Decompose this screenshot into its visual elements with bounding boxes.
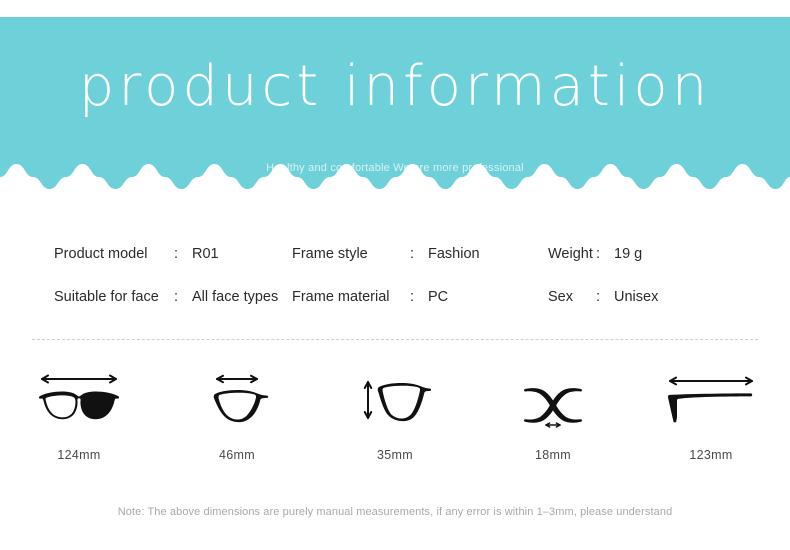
dimension-figure [359, 368, 431, 434]
spec-product-model: Product model : R01 [0, 246, 292, 262]
dimension-figure [36, 368, 122, 434]
spec-value: All face types [192, 288, 279, 305]
lens-width-icon [213, 374, 269, 423]
dimension-label: 123mm [689, 448, 733, 462]
spec-label: Product model [54, 245, 148, 262]
dimension-item-temple-length: 123mm [632, 368, 790, 462]
bridge-width-icon [524, 388, 582, 428]
spec-weight: Weight : 19 g [548, 246, 790, 262]
dimension-item-lens-width: 46mm [158, 368, 316, 462]
wave-divider-decoration [0, 164, 790, 190]
dimension-item-frame-width: 124mm [0, 368, 158, 462]
spec-row: Suitable for face : All face types Frame… [0, 275, 790, 318]
dimension-label: 35mm [377, 448, 413, 462]
spec-row: Product model : R01 Frame style : Fashio… [0, 232, 790, 275]
dimension-figure [522, 368, 584, 434]
dimension-label: 124mm [57, 448, 101, 462]
spec-colon: : [174, 245, 179, 262]
section-divider [32, 339, 758, 340]
page-title: product information [78, 54, 712, 119]
spec-value: R01 [192, 245, 219, 262]
dimension-item-bridge-width: 18mm [474, 368, 632, 462]
spec-label: Suitable for face [54, 288, 159, 305]
temple-length-icon [668, 376, 753, 423]
spec-value: 19 g [614, 245, 643, 262]
spec-value: PC [428, 288, 449, 305]
specification-grid: Product model : R01 Frame style : Fashio… [0, 232, 790, 318]
dimension-figure [205, 368, 269, 434]
header-banner: product information Healthy and comforta… [0, 17, 790, 190]
spec-frame-material: Frame material : PC [292, 289, 548, 305]
spec-frame-style: Frame style : Fashion [292, 246, 548, 262]
spec-value: Unisex [614, 288, 659, 305]
footer-note: Note: The above dimensions are purely ma… [117, 506, 673, 518]
spec-label: Frame material [292, 288, 390, 305]
dimension-label: 18mm [535, 448, 571, 462]
spec-suitable-for-face: Suitable for face : All face types [0, 289, 292, 305]
dimension-label: 46mm [219, 448, 255, 462]
spec-colon: : [596, 288, 601, 305]
lens-height-icon [363, 381, 431, 422]
spec-colon: : [174, 288, 179, 305]
spec-value: Fashion [428, 245, 480, 262]
spec-label: Sex [548, 288, 573, 305]
spec-sex: Sex : Unisex [548, 289, 790, 305]
dimension-figure [665, 368, 757, 434]
dimension-item-lens-height: 35mm [316, 368, 474, 462]
spec-colon: : [410, 245, 415, 262]
spec-label: Frame style [292, 245, 368, 262]
glasses-front-icon [38, 374, 120, 420]
spec-colon: : [596, 245, 601, 262]
spec-label: Weight [548, 245, 593, 262]
dimension-row: 124mm 46mm 35mm 18mm 123mm [0, 368, 790, 462]
spec-colon: : [410, 288, 415, 305]
